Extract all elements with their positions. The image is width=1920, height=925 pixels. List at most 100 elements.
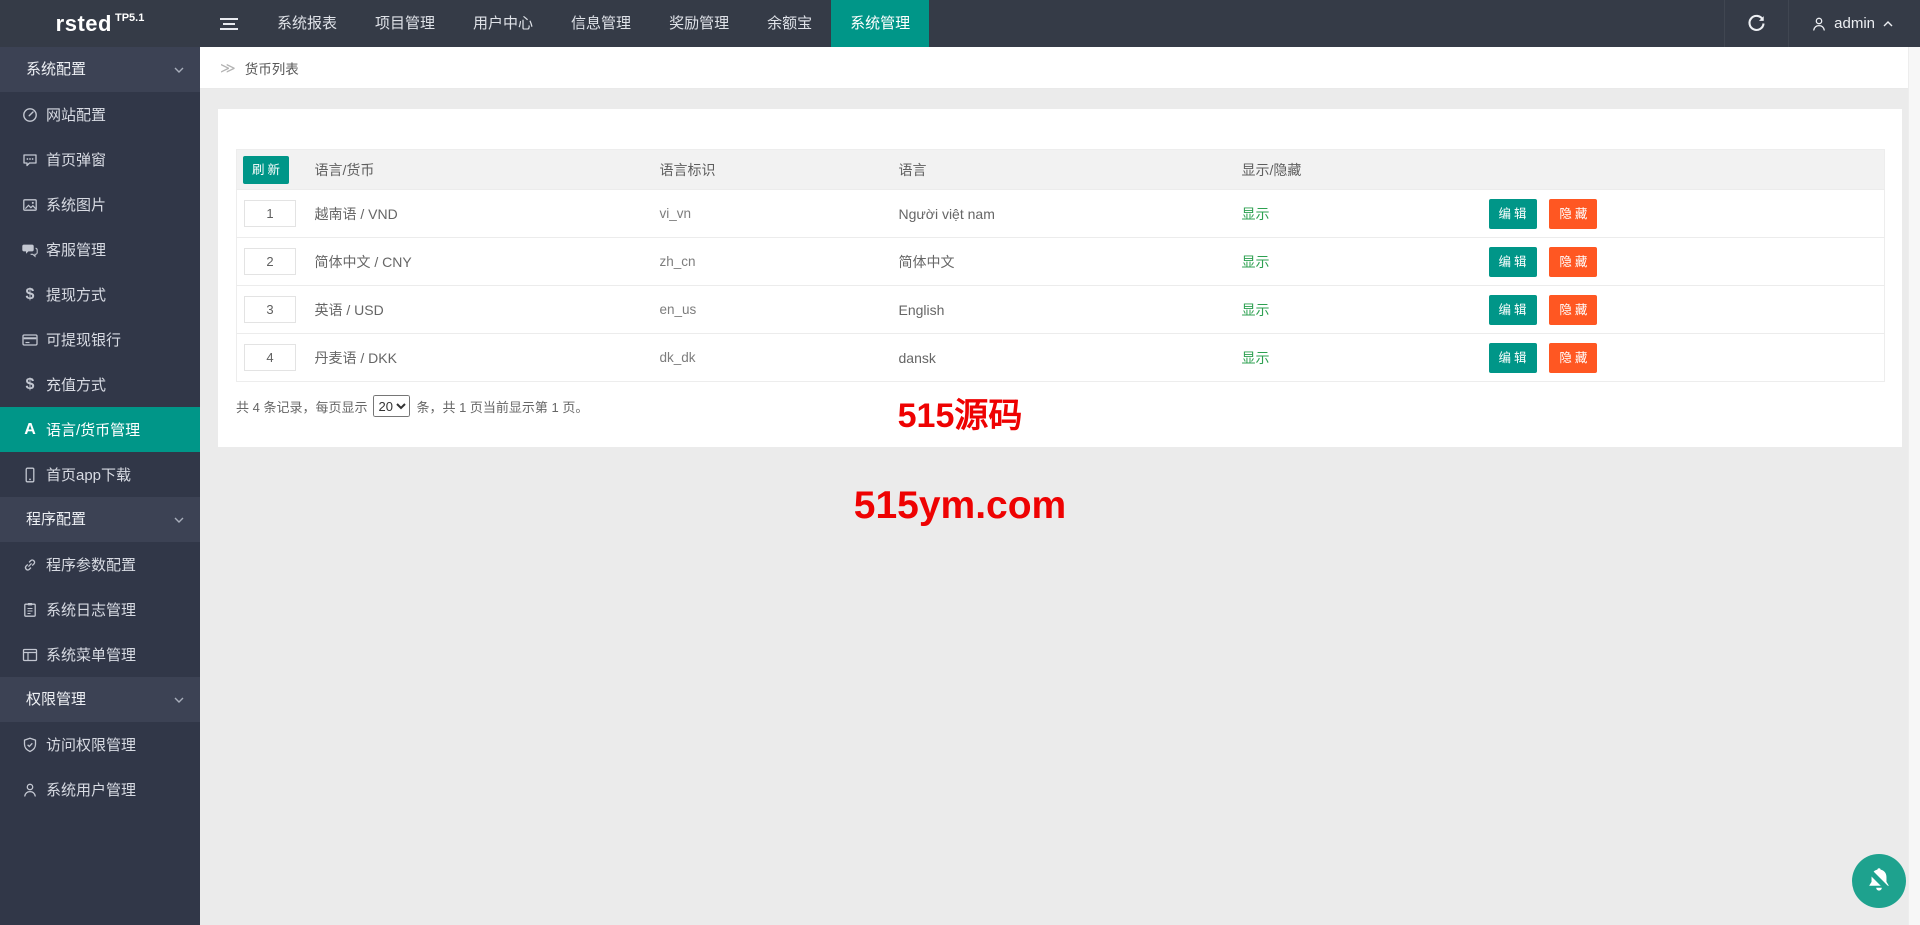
app-logo: rsted TP5.1: [0, 0, 200, 47]
sidebar: 系统配置 网站配置 首页弹窗 系统图片 客服管理 $ 提现方式 可提现银行 $ …: [0, 47, 200, 925]
link-icon: [21, 557, 39, 573]
refresh-button[interactable]: 刷新: [243, 156, 289, 184]
nav-tab-info-management[interactable]: 信息管理: [552, 0, 650, 47]
row-index-input[interactable]: [244, 248, 296, 275]
nav-tab-user-center[interactable]: 用户中心: [454, 0, 552, 47]
window-icon: [21, 647, 39, 663]
sidebar-item-label: 系统用户管理: [46, 779, 136, 800]
scrollbar[interactable]: [1908, 47, 1920, 925]
status-cell: 显示: [1242, 190, 1489, 238]
sidebar-item-access-permission[interactable]: 访问权限管理: [0, 722, 200, 767]
edit-button[interactable]: 编辑: [1489, 199, 1537, 229]
sidebar-item-program-params[interactable]: 程序参数配置: [0, 542, 200, 587]
currency-cell: 丹麦语 / DKK: [315, 334, 660, 382]
status-cell: 显示: [1242, 286, 1489, 334]
sidebar-item-home-popup[interactable]: 首页弹窗: [0, 137, 200, 182]
notification-off-button[interactable]: [1852, 854, 1906, 908]
hide-button[interactable]: 隐藏: [1549, 343, 1597, 373]
menu-toggle-icon[interactable]: [200, 0, 258, 47]
table-header-row: 刷新 语言/货币 语言标识 语言 显示/隐藏: [237, 150, 1885, 190]
brand-version: TP5.1: [115, 12, 144, 24]
sidebar-item-customer-service[interactable]: 客服管理: [0, 227, 200, 272]
chat-icon: [21, 242, 39, 258]
edit-button[interactable]: 编辑: [1489, 295, 1537, 325]
sidebar-group-label: 程序配置: [26, 511, 86, 528]
sidebar-group-program-config[interactable]: 程序配置: [0, 497, 200, 542]
sidebar-item-label: 程序参数配置: [46, 554, 136, 575]
row-index-input[interactable]: [244, 344, 296, 371]
table-row: 丹麦语 / DKK dk_dk dansk 显示 编辑 隐藏: [237, 334, 1885, 382]
sidebar-item-label: 首页弹窗: [46, 149, 106, 170]
sidebar-item-label: 语言/货币管理: [46, 419, 140, 440]
sidebar-item-label: 可提现银行: [46, 329, 121, 350]
status-cell: 显示: [1242, 334, 1489, 382]
gauge-icon: [21, 107, 39, 123]
mobile-icon: [21, 467, 39, 483]
edit-button[interactable]: 编辑: [1489, 343, 1537, 373]
currency-list-card: 刷新 语言/货币 语言标识 语言 显示/隐藏 越南语 / VND vi_vn N…: [218, 109, 1902, 447]
pagination-text-after: 条，共 1 页当前显示第 1 页。: [416, 397, 588, 416]
hide-button[interactable]: 隐藏: [1549, 199, 1597, 229]
sidebar-item-label: 首页app下载: [46, 464, 131, 485]
sidebar-item-withdraw-method[interactable]: $ 提现方式: [0, 272, 200, 317]
table-row: 英语 / USD en_us English 显示 编辑 隐藏: [237, 286, 1885, 334]
sidebar-group-system-config[interactable]: 系统配置: [0, 47, 200, 92]
username: admin: [1834, 15, 1875, 32]
popup-icon: [21, 152, 39, 168]
sidebar-item-label: 客服管理: [46, 239, 106, 260]
sidebar-item-label: 充值方式: [46, 374, 106, 395]
sidebar-item-label: 访问权限管理: [46, 734, 136, 755]
sidebar-item-system-users[interactable]: 系统用户管理: [0, 767, 200, 812]
page-size-select[interactable]: 20: [373, 395, 410, 417]
sidebar-item-home-app-download[interactable]: 首页app下载: [0, 452, 200, 497]
col-header-visibility: 显示/隐藏: [1242, 150, 1489, 190]
sidebar-group-permission[interactable]: 权限管理: [0, 677, 200, 722]
sidebar-item-label: 网站配置: [46, 104, 106, 125]
sidebar-item-language-currency[interactable]: A 语言/货币管理: [0, 407, 200, 452]
sidebar-item-withdraw-banks[interactable]: 可提现银行: [0, 317, 200, 362]
pagination: 共 4 条记录，每页显示 20 条，共 1 页当前显示第 1 页。: [236, 395, 1884, 417]
currency-cell: 越南语 / VND: [315, 190, 660, 238]
col-header-language: 语言: [899, 150, 1242, 190]
hide-button[interactable]: 隐藏: [1549, 247, 1597, 277]
status-cell: 显示: [1242, 238, 1489, 286]
topbar: rsted TP5.1 系统报表 项目管理 用户中心 信息管理 奖励管理 余额宝…: [0, 0, 1920, 47]
sidebar-item-system-images[interactable]: 系统图片: [0, 182, 200, 227]
table-row: 简体中文 / CNY zh_cn 简体中文 显示 编辑 隐藏: [237, 238, 1885, 286]
bank-card-icon: [21, 332, 39, 348]
currency-table: 刷新 语言/货币 语言标识 语言 显示/隐藏 越南语 / VND vi_vn N…: [236, 149, 1885, 382]
hide-button[interactable]: 隐藏: [1549, 295, 1597, 325]
nav-tab-system-reports[interactable]: 系统报表: [258, 0, 356, 47]
top-nav: 系统报表 项目管理 用户中心 信息管理 奖励管理 余额宝 系统管理: [258, 0, 929, 47]
dollar-icon: $: [21, 377, 39, 393]
currency-cell: 简体中文 / CNY: [315, 238, 660, 286]
breadcrumb: 货币列表: [245, 58, 299, 78]
code-cell: en_us: [660, 286, 899, 334]
pagination-text-before: 共 4 条记录，每页显示: [236, 397, 367, 416]
user-icon: [21, 782, 39, 798]
font-a-icon: A: [21, 422, 39, 438]
table-row: 越南语 / VND vi_vn Người việt nam 显示 编辑 隐藏: [237, 190, 1885, 238]
sidebar-group-label: 权限管理: [26, 691, 86, 708]
shield-check-icon: [21, 737, 39, 753]
nav-tab-reward-management[interactable]: 奖励管理: [650, 0, 748, 47]
chevron-down-icon: [173, 64, 185, 76]
language-cell: Người việt nam: [899, 190, 1242, 238]
edit-button[interactable]: 编辑: [1489, 247, 1537, 277]
person-icon: [1811, 16, 1827, 32]
sidebar-item-recharge-method[interactable]: $ 充值方式: [0, 362, 200, 407]
language-cell: 简体中文: [899, 238, 1242, 286]
user-menu[interactable]: admin: [1788, 0, 1920, 47]
col-header-code: 语言标识: [660, 150, 899, 190]
sidebar-item-system-logs[interactable]: 系统日志管理: [0, 587, 200, 632]
sidebar-item-system-menu[interactable]: 系统菜单管理: [0, 632, 200, 677]
nav-tab-project-management[interactable]: 项目管理: [356, 0, 454, 47]
sidebar-item-site-config[interactable]: 网站配置: [0, 92, 200, 137]
sidebar-item-label: 系统菜单管理: [46, 644, 136, 665]
row-index-input[interactable]: [244, 200, 296, 227]
refresh-icon[interactable]: [1724, 0, 1788, 47]
nav-tab-yuebao[interactable]: 余额宝: [748, 0, 831, 47]
row-index-input[interactable]: [244, 296, 296, 323]
nav-tab-system-management[interactable]: 系统管理: [831, 0, 929, 47]
code-cell: vi_vn: [660, 190, 899, 238]
